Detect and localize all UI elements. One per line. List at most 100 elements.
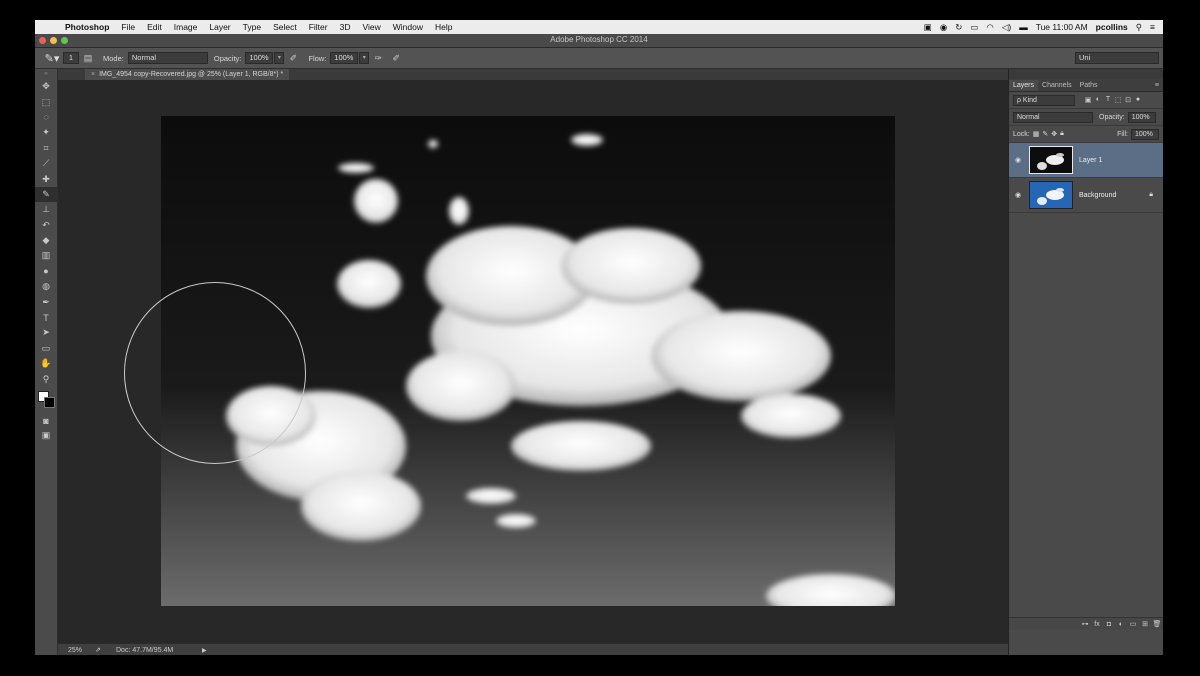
notification-center-icon[interactable]: ≡	[1150, 22, 1155, 32]
menu-image[interactable]: Image	[174, 22, 198, 32]
spotlight-search-icon[interactable]: ⚲	[1136, 22, 1142, 33]
lasso-icon[interactable]: ◌	[35, 110, 57, 125]
pressure-size-icon[interactable]: ✐	[390, 52, 402, 64]
new-adjustment-icon[interactable]: ◐	[1115, 621, 1127, 628]
menu-view[interactable]: View	[362, 22, 380, 32]
filter-smart-object-icon[interactable]: ⊡	[1123, 96, 1133, 104]
eraser-icon[interactable]: ◆	[35, 233, 57, 248]
lock-paint-icon[interactable]: ✎	[1042, 130, 1048, 138]
layer-opacity-field[interactable]: 100%	[1127, 111, 1156, 123]
hand-icon[interactable]: ✋	[35, 356, 57, 371]
opacity-dropdown-icon[interactable]: ▾	[274, 52, 285, 64]
move-icon[interactable]: ✥	[35, 79, 57, 94]
notification-icon[interactable]: ▣	[924, 22, 932, 33]
rectangle-icon[interactable]: ▭	[35, 341, 57, 356]
background-color-swatch[interactable]	[44, 396, 55, 408]
visibility-eye-icon[interactable]: ◉	[1011, 191, 1025, 199]
share-icon[interactable]: ⇗	[90, 646, 106, 654]
brush-icon[interactable]: ✎	[35, 186, 57, 203]
menu-filter[interactable]: Filter	[309, 22, 328, 32]
quick-mask-icon[interactable]: ◙	[35, 413, 57, 428]
filter-toggle-icon[interactable]: ●	[1133, 96, 1143, 104]
panel-header[interactable]	[1009, 69, 1163, 79]
opacity-field[interactable]: 100%	[245, 52, 274, 64]
workspace-select[interactable]: Uni	[1075, 52, 1159, 64]
canvas-area[interactable]	[58, 80, 1008, 643]
options-bar: ✎▾ 1 ▤ Mode: Normal Opacity: 100% ▾ ✐ Fl…	[35, 48, 1163, 69]
flow-dropdown-icon[interactable]: ▾	[359, 52, 370, 64]
dodge-icon[interactable]: ◍	[35, 279, 57, 294]
eyedropper-icon[interactable]: ⟋	[35, 156, 57, 171]
zoom-level[interactable]: 25%	[68, 647, 90, 654]
screen-mode-icon[interactable]: ▣	[35, 428, 57, 443]
fill-field[interactable]: 100%	[1131, 128, 1159, 140]
tool-preset-picker[interactable]: ✎▾	[41, 52, 63, 65]
add-mask-icon[interactable]: ◘	[1103, 621, 1115, 628]
volume-icon[interactable]: ◁)	[1002, 22, 1011, 33]
layer-name[interactable]: Layer 1	[1079, 157, 1163, 164]
filter-type-icon[interactable]: T	[1103, 96, 1113, 104]
lock-row: Lock: ▦ ✎ ✥ 🔒︎ Fill: 100%	[1009, 126, 1163, 143]
lock-all-icon[interactable]: 🔒︎	[1060, 130, 1064, 138]
mode-select[interactable]: Normal	[127, 52, 208, 64]
menu-type[interactable]: Type	[243, 22, 261, 32]
battery-icon[interactable]: ▬	[1019, 22, 1028, 32]
clock[interactable]: Tue 11:00 AM	[1036, 22, 1088, 32]
airbrush-icon[interactable]: ✑	[372, 52, 384, 64]
lock-pixels-icon[interactable]: ▦	[1033, 130, 1040, 138]
brush-panel-toggle-icon[interactable]: ▤	[82, 52, 94, 64]
history-brush-icon[interactable]: ↶	[35, 218, 57, 233]
status-menu-icon[interactable]: ▶	[202, 647, 207, 654]
type-icon[interactable]: T	[35, 310, 57, 325]
blur-icon[interactable]: ●	[35, 264, 57, 279]
lock-position-icon[interactable]: ✥	[1051, 130, 1057, 138]
filter-kind-select[interactable]: ρ Kind	[1013, 94, 1075, 106]
flow-field[interactable]: 100%	[330, 52, 359, 64]
document-tab[interactable]: × IMG_4954 copy-Recovered.jpg @ 25% (Laye…	[85, 69, 290, 80]
filter-adjustment-icon[interactable]: ◐	[1093, 96, 1103, 104]
pressure-opacity-icon[interactable]: ✐	[287, 52, 299, 64]
filter-shape-icon[interactable]: ⬚	[1113, 96, 1123, 104]
tab-layers[interactable]: Layers	[1009, 80, 1039, 91]
crop-icon[interactable]: ⌗	[35, 141, 57, 156]
tools-collapse-icon[interactable]: »	[35, 69, 57, 79]
sync-icon[interactable]: ↻	[955, 22, 962, 33]
color-swatches	[35, 387, 57, 413]
tab-channels[interactable]: Channels	[1038, 80, 1076, 91]
healing-brush-icon[interactable]: ✚	[35, 171, 57, 186]
marquee-icon[interactable]: ⬚	[35, 94, 57, 109]
quick-select-icon[interactable]: ✦	[35, 125, 57, 140]
menu-3d[interactable]: 3D	[340, 22, 351, 32]
menu-file[interactable]: File	[121, 22, 135, 32]
filter-pixel-icon[interactable]: ▣	[1083, 96, 1093, 104]
link-layers-icon[interactable]: ⊶	[1079, 620, 1091, 628]
wifi-icon[interactable]: ◠	[986, 22, 993, 33]
camera-icon[interactable]: ◉	[940, 22, 947, 33]
panel-menu-icon[interactable]: ≡	[1155, 80, 1159, 91]
path-select-icon[interactable]: ➤	[35, 325, 57, 340]
clone-stamp-icon[interactable]: ⊥	[35, 202, 57, 217]
zoom-icon[interactable]: ⚲	[35, 371, 57, 386]
user-menu[interactable]: pcollins	[1096, 22, 1128, 32]
brush-size-picker[interactable]: 1	[63, 52, 79, 64]
airplay-icon[interactable]: ▭	[970, 22, 978, 33]
gradient-icon[interactable]: ▥	[35, 248, 57, 263]
delete-layer-icon[interactable]: 🗑︎	[1151, 620, 1163, 628]
layer-name[interactable]: Background	[1079, 192, 1149, 199]
close-tab-icon[interactable]: ×	[91, 71, 95, 78]
menu-window[interactable]: Window	[393, 22, 423, 32]
tab-paths[interactable]: Paths	[1076, 80, 1102, 91]
menu-help[interactable]: Help	[435, 22, 452, 32]
menu-edit[interactable]: Edit	[147, 22, 162, 32]
menu-layer[interactable]: Layer	[209, 22, 230, 32]
new-layer-icon[interactable]: ⊞	[1139, 620, 1151, 628]
layer-style-icon[interactable]: fx	[1091, 621, 1103, 628]
menu-photoshop[interactable]: Photoshop	[65, 22, 109, 32]
new-group-icon[interactable]: ▭	[1127, 620, 1139, 628]
pen-icon[interactable]: ✒	[35, 294, 57, 309]
blend-mode-select[interactable]: Normal	[1013, 111, 1093, 123]
layer-row-layer-1[interactable]: ◉ Layer 1	[1009, 143, 1163, 178]
menu-select[interactable]: Select	[273, 22, 297, 32]
layer-row-background[interactable]: ◉ Background 🔒︎	[1009, 178, 1163, 213]
visibility-eye-icon[interactable]: ◉	[1011, 156, 1025, 164]
